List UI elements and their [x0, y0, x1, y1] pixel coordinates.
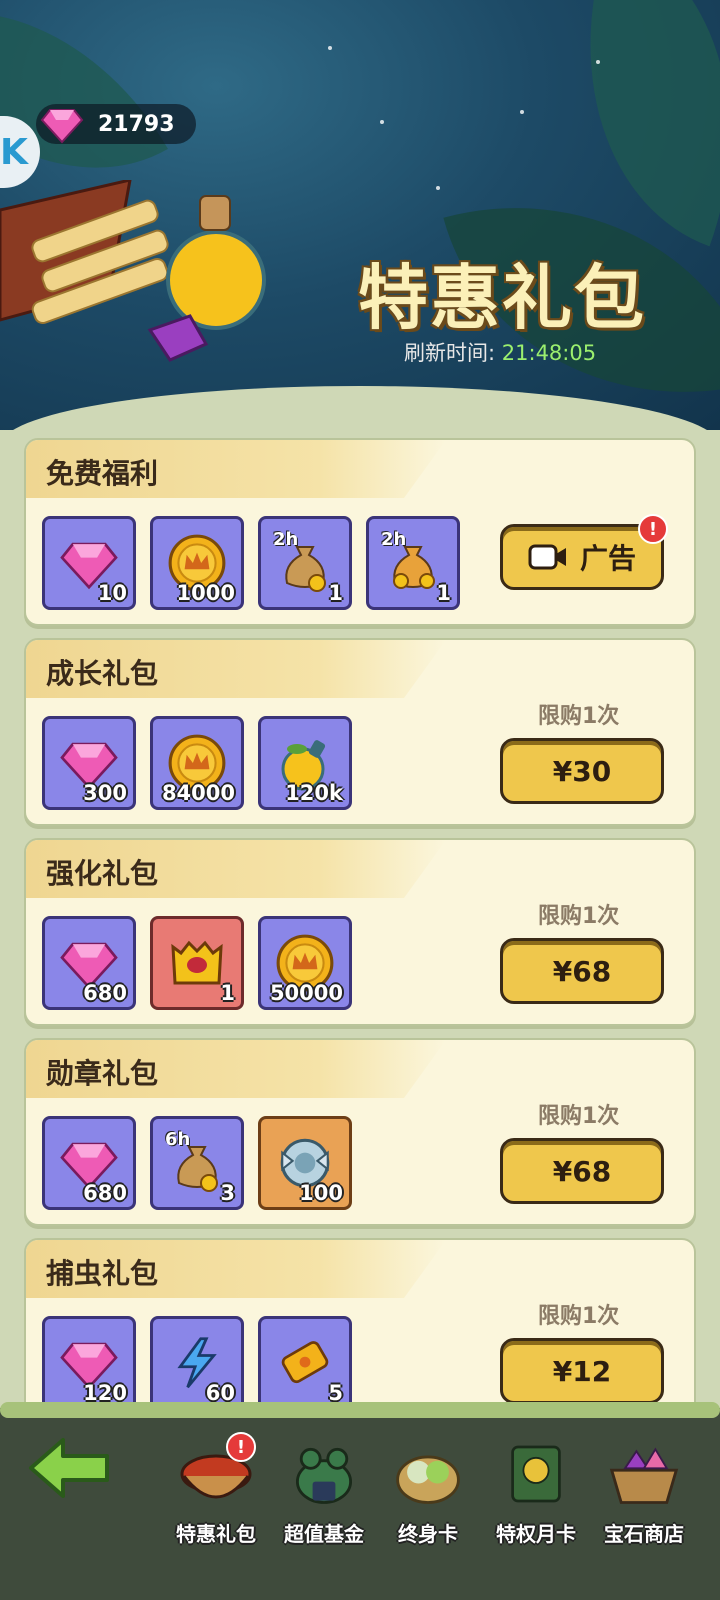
buy-button[interactable]: ¥30	[500, 738, 664, 804]
fruit-basket-icon	[396, 1455, 460, 1504]
tab-label: 特惠礼包	[176, 1522, 256, 1546]
duration-tag: 2h	[381, 529, 407, 550]
purchase-limit: 限购1次	[538, 1104, 620, 1129]
pack-title: 捕虫礼包	[46, 1257, 159, 1290]
reward-item[interactable]: 300	[42, 716, 136, 810]
reward-item[interactable]: 1	[150, 916, 244, 1010]
gem-basket-icon	[609, 1447, 679, 1504]
tab-value-fund[interactable]: 超值基金	[274, 1438, 374, 1548]
shop-header: 21793 K 特惠礼包 刷新时间: 21:48:05	[0, 0, 720, 430]
header-bundle-art	[0, 180, 266, 362]
reward-item[interactable]: 120	[42, 1316, 136, 1410]
purchase-limit: 限购1次	[538, 904, 620, 929]
tab-gem-shop[interactable]: 宝石商店	[594, 1438, 694, 1548]
back-button[interactable]	[20, 1432, 120, 1542]
tab-special-pack[interactable]: ! 特惠礼包	[166, 1432, 266, 1548]
nav-rim	[0, 1402, 720, 1418]
reward-qty: 84000	[161, 781, 235, 805]
reward-qty: 680	[83, 981, 127, 1005]
purchase-limit: 限购1次	[538, 1304, 620, 1329]
reward-item[interactable]: 100	[258, 1116, 352, 1210]
pack-list[interactable]: 免费福利 10 1000 2h 1 2h 1 广告 ! 成长礼包 300 840…	[0, 420, 720, 1410]
reward-qty: 1	[328, 581, 343, 605]
star-decoration	[520, 110, 524, 114]
pack-title: 免费福利	[46, 457, 159, 490]
video-ad-icon	[528, 544, 566, 570]
pack-card-growth: 成长礼包 300 84000 120k 限购1次 ¥30	[24, 638, 696, 826]
reward-qty: 680	[83, 1181, 127, 1205]
pack-title: 勋章礼包	[46, 1057, 159, 1090]
reward-item[interactable]: 2h 1	[366, 516, 460, 610]
star-decoration	[380, 120, 384, 124]
ticket-icon	[281, 1341, 329, 1384]
buy-button[interactable]: ¥68	[500, 1138, 664, 1204]
reward-item[interactable]: 60	[150, 1316, 244, 1410]
reward-item[interactable]: 84000	[150, 716, 244, 810]
reward-item[interactable]: 10	[42, 516, 136, 610]
reward-qty: 10	[97, 581, 127, 605]
gem-counter: 21793	[36, 104, 196, 144]
reward-item[interactable]: 6h 3	[150, 1116, 244, 1210]
reward-qty: 50000	[269, 981, 343, 1005]
tab-label: 宝石商店	[604, 1522, 684, 1546]
pack-title: 强化礼包	[46, 857, 159, 890]
duration-tag: 2h	[273, 529, 299, 550]
reward-item[interactable]: 5	[258, 1316, 352, 1410]
reward-item[interactable]: 120k	[258, 716, 352, 810]
pack-title: 成长礼包	[46, 657, 159, 690]
reward-item[interactable]: 680	[42, 916, 136, 1010]
buy-button[interactable]: ¥12	[500, 1338, 664, 1404]
bottom-nav: ! 特惠礼包 超值基金 终身卡 特权月卡 宝石商店	[0, 1402, 720, 1600]
refresh-label: 刷新时间:	[404, 341, 496, 365]
reward-item[interactable]: 50000	[258, 916, 352, 1010]
star-decoration	[328, 46, 332, 50]
reward-qty: 120k	[285, 781, 343, 805]
stone-tablet-icon	[511, 1445, 561, 1503]
duration-tag: 6h	[165, 1129, 191, 1150]
pack-card-bug: 捕虫礼包 120 60 5 限购1次 ¥12	[24, 1238, 696, 1410]
star-decoration	[436, 186, 440, 190]
page-title: 特惠礼包	[358, 257, 646, 339]
frog-icon	[295, 1447, 353, 1504]
buy-button[interactable]: ¥68	[500, 938, 664, 1004]
reward-qty: 1000	[176, 581, 235, 605]
purchase-limit: 限购1次	[538, 704, 620, 729]
gem-icon	[40, 109, 84, 144]
tab-label: 超值基金	[284, 1522, 364, 1546]
star-decoration	[596, 60, 600, 64]
alert-badge-icon: !	[638, 514, 668, 544]
back-arrow-icon	[29, 1438, 109, 1498]
reward-item[interactable]: 1000	[150, 516, 244, 610]
reward-item[interactable]: 680	[42, 1116, 136, 1210]
refresh-timer: 刷新时间: 21:48:05	[404, 337, 596, 367]
tab-privilege-month-card[interactable]: 特权月卡	[486, 1438, 586, 1548]
tab-lifetime-card[interactable]: 终身卡	[378, 1438, 478, 1548]
pack-card-enhance: 强化礼包 680 1 50000 限购1次 ¥68	[24, 838, 696, 1026]
reward-qty: 300	[83, 781, 127, 805]
tab-label: 终身卡	[398, 1522, 458, 1546]
reward-qty: 1	[220, 981, 235, 1005]
pack-card-free: 免费福利 10 1000 2h 1 2h 1 广告 !	[24, 438, 696, 626]
tab-label: 特权月卡	[496, 1522, 576, 1546]
pack-card-medal: 勋章礼包 680 6h 3 100 限购1次 ¥68	[24, 1038, 696, 1226]
reward-qty: 100	[299, 1181, 343, 1205]
reward-qty: 1	[436, 581, 451, 605]
refresh-time: 21:48:05	[501, 341, 597, 365]
watch-ad-label: 广告	[579, 542, 636, 575]
reward-qty: 3	[220, 1181, 235, 1205]
gem-count: 21793	[98, 111, 175, 137]
alert-badge-icon: !	[226, 1432, 256, 1462]
reward-item[interactable]: 2h 1	[258, 516, 352, 610]
